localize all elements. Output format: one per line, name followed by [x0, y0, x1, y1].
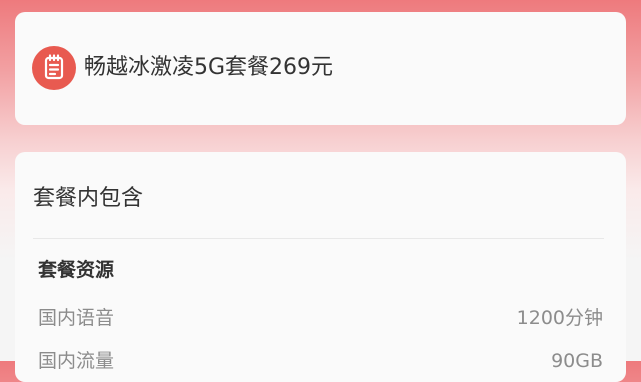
plan-name: 畅越冰激凌5G套餐269元	[84, 55, 334, 80]
resource-value-data: 90GB	[551, 350, 603, 372]
resource-label-voice: 国内语音	[38, 307, 115, 329]
resource-value-voice: 1200分钟	[516, 307, 603, 329]
divider	[33, 238, 604, 239]
document-icon	[32, 46, 76, 90]
resource-group-title: 套餐资源	[38, 259, 115, 281]
resource-label-data: 国内流量	[38, 350, 115, 372]
section-title: 套餐内包含	[33, 186, 144, 211]
